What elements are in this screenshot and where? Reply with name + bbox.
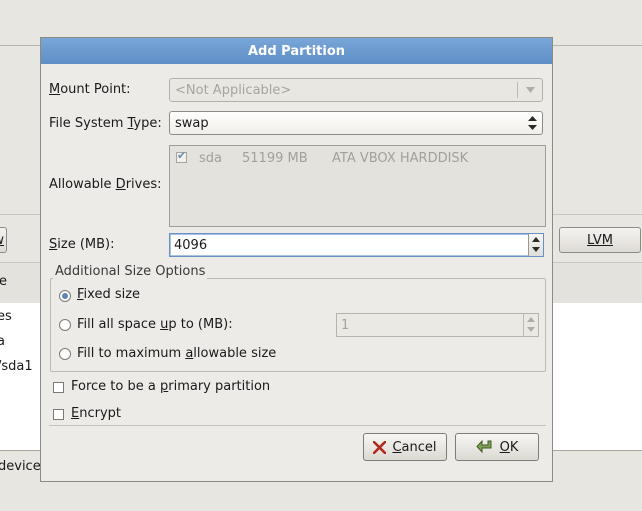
size-spin-buttons[interactable] (528, 234, 543, 256)
allowable-drives-label: Allowable Drives: (49, 177, 162, 192)
fs-type-label: File System Type: (49, 116, 162, 131)
fill-upto-radio[interactable] (59, 319, 71, 331)
button-separator (49, 425, 546, 426)
drive-checkbox[interactable]: ✔ (176, 149, 187, 163)
fill-max-radio[interactable] (59, 348, 71, 360)
drive-name: sda (199, 151, 222, 166)
cancel-icon (373, 440, 387, 454)
fill-upto-spinbox[interactable]: 1 (336, 313, 539, 337)
force-primary-checkbox[interactable] (53, 382, 64, 393)
ok-button-label: OK (499, 439, 519, 455)
check-icon: ✔ (177, 149, 187, 162)
list-item[interactable]: a (0, 334, 5, 349)
dialog-titlebar[interactable]: Add Partition (41, 38, 552, 64)
background-button-partial[interactable]: w (0, 227, 7, 253)
encrypt-checkbox[interactable] (53, 409, 64, 420)
combo-separator (517, 82, 518, 98)
fill-max-label[interactable]: Fill to maximum allowable size (77, 346, 276, 361)
lvm-button[interactable]: LVM (559, 227, 641, 253)
list-item[interactable]: /sda1 (0, 359, 33, 374)
spin-down-icon[interactable] (527, 327, 535, 332)
size-value: 4096 (174, 238, 208, 253)
spin-up-icon[interactable] (532, 237, 540, 242)
size-spinbox[interactable]: 4096 (169, 233, 544, 257)
fs-type-value: swap (175, 116, 209, 131)
lvm-button-label: LVM (587, 232, 613, 248)
ok-button[interactable]: OK (455, 433, 539, 461)
cancel-button-label: Cancel (392, 439, 437, 455)
fixed-size-radio[interactable] (59, 290, 71, 302)
mount-point-value: <Not Applicable> (175, 83, 292, 98)
add-partition-dialog: Add Partition Mount Point: <Not Applicab… (40, 37, 553, 482)
background-header-label: e (0, 274, 7, 289)
background-status-text: device (0, 459, 41, 474)
allowable-drives-list[interactable]: ✔ sda 51199 MB ATA VBOX HARDDISK (169, 145, 546, 227)
chevron-down-icon (526, 87, 535, 93)
fill-upto-spin-buttons[interactable] (523, 314, 538, 336)
fill-upto-value: 1 (341, 318, 350, 333)
additional-size-options-title: Additional Size Options (53, 264, 208, 279)
fill-upto-label[interactable]: Fill all space up to (MB): (77, 317, 233, 332)
list-item[interactable]: es (0, 309, 12, 324)
force-primary-label[interactable]: Force to be a primary partition (71, 379, 270, 394)
size-label: Size (MB): (49, 237, 115, 252)
encrypt-label[interactable]: Encrypt (71, 406, 121, 421)
ok-arrow-icon (475, 439, 492, 454)
up-down-arrows-icon (528, 116, 537, 130)
drive-model: ATA VBOX HARDDISK (332, 151, 469, 166)
mount-point-combo[interactable]: <Not Applicable> (169, 78, 543, 102)
fixed-size-label[interactable]: Fixed size (77, 287, 140, 302)
spin-down-icon[interactable] (532, 247, 540, 252)
cancel-button[interactable]: Cancel (363, 433, 447, 461)
drive-size: 51199 MB (242, 151, 308, 166)
spin-up-icon[interactable] (527, 317, 535, 322)
fs-type-combo[interactable]: swap (169, 111, 543, 135)
dialog-title: Add Partition (247, 43, 346, 59)
background-button-label: w (0, 233, 4, 248)
mount-point-label: Mount Point: (49, 82, 131, 97)
